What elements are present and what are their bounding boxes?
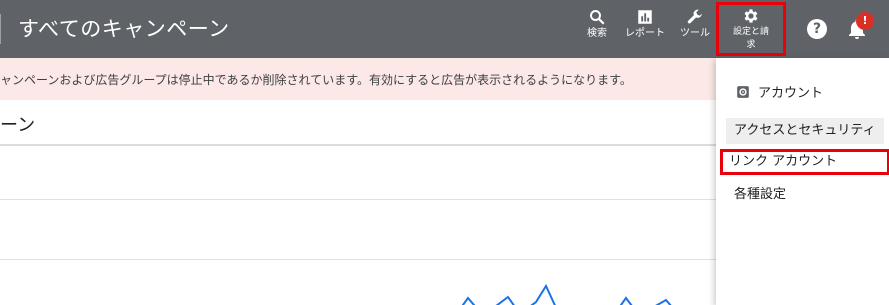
chart-series-line: [461, 283, 672, 305]
menu-item-access-security[interactable]: アクセスとセキュリティ: [726, 118, 884, 144]
search-label: 検索: [587, 28, 607, 39]
settings-label-line1: 設定と請: [732, 27, 769, 37]
section-title: ーン: [0, 115, 36, 136]
chart-line: [461, 283, 672, 305]
menu-account-header[interactable]: アカウント: [736, 82, 823, 101]
settings-dropdown-menu: アカウント アクセスとセキュリティ リンク アカウント 各種設定: [716, 58, 889, 305]
tools-label: ツール: [680, 28, 710, 39]
performance-chart: [0, 146, 716, 305]
tools-button[interactable]: ツール: [678, 8, 712, 40]
search-icon: [590, 10, 605, 25]
alert-banner: ャンペーンおよび広告グループは停止中であるか削除されています。有効にすると広告が…: [0, 58, 716, 100]
gear-icon: [737, 86, 749, 98]
gear-icon: [744, 9, 758, 23]
wrench-icon: [687, 9, 702, 24]
menu-item-preferences[interactable]: 各種設定: [726, 182, 884, 208]
search-button[interactable]: 検索: [582, 8, 612, 40]
reports-button[interactable]: レポート: [624, 8, 666, 40]
divider: [0, 14, 1, 44]
top-bar: すべてのキャンペーン 検索 レポート ツール 設定と請 求 ? !: [0, 0, 889, 58]
notification-badge: !: [856, 12, 874, 30]
reports-icon: [638, 10, 652, 24]
menu-account-label: アカウント: [758, 86, 824, 101]
section-header: ーン: [0, 100, 716, 145]
settings-label-line2: 求: [746, 40, 756, 50]
page-title: すべてのキャンペーン: [18, 17, 230, 41]
help-icon[interactable]: ?: [807, 19, 827, 39]
alert-text: ャンペーンおよび広告グループは停止中であるか削除されています。有効にすると広告が…: [0, 73, 632, 87]
reports-label: レポート: [625, 28, 665, 39]
menu-item-linked-accounts[interactable]: リンク アカウント: [720, 149, 889, 175]
settings-billing-button[interactable]: 設定と請 求: [716, 2, 786, 56]
